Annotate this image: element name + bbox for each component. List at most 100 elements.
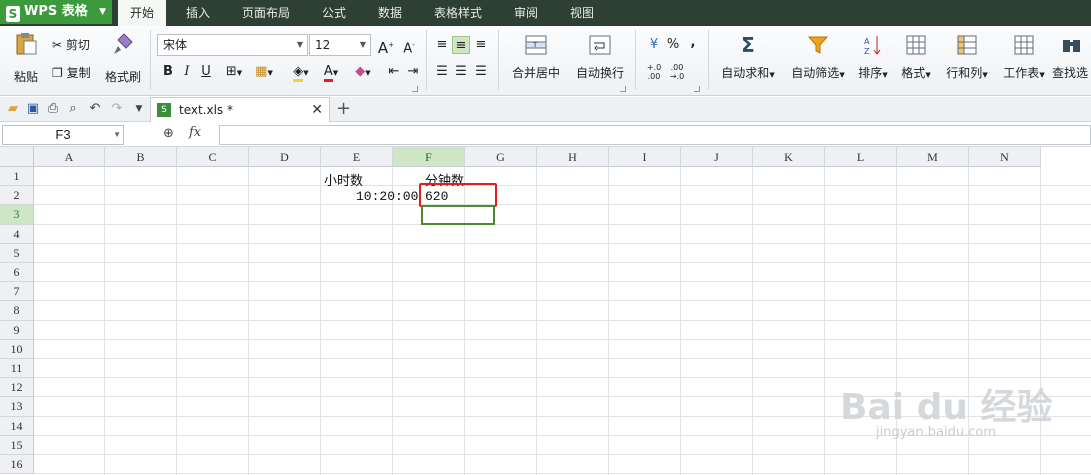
indent-increase-icon[interactable]: ⇥ xyxy=(404,63,422,81)
redo-icon[interactable]: ↷ xyxy=(108,100,126,118)
row-header-8[interactable]: 8 xyxy=(0,301,34,321)
column-header-k[interactable]: K xyxy=(753,147,825,167)
tab-view[interactable]: 视图 xyxy=(562,0,602,26)
align-bottom-icon[interactable]: ≡ xyxy=(472,36,490,54)
row-header-15[interactable]: 15 xyxy=(0,435,34,455)
column-header-g[interactable]: G xyxy=(465,147,537,167)
print-preview-icon[interactable]: ⌕ xyxy=(64,100,82,118)
document-tab[interactable]: S text.xls * ✕ xyxy=(150,97,330,122)
cut-button[interactable]: ✂ 剪切 xyxy=(52,36,102,53)
font-dialog-launcher-icon[interactable] xyxy=(412,86,418,92)
print-icon[interactable]: ⎙ xyxy=(44,100,62,118)
row-header-12[interactable]: 12 xyxy=(0,378,34,398)
open-folder-icon[interactable]: ▰ xyxy=(4,100,22,118)
column-header-i[interactable]: I xyxy=(609,147,681,167)
tab-page-layout[interactable]: 页面布局 xyxy=(236,0,296,26)
name-box[interactable]: F3 ▼ xyxy=(2,125,124,145)
column-header-a[interactable]: A xyxy=(34,147,105,167)
merge-center-button[interactable]: T 合并居中 xyxy=(504,34,568,81)
column-header-f[interactable]: F xyxy=(393,147,465,167)
tab-data[interactable]: 数据 xyxy=(370,0,410,26)
thousands-button[interactable]: , xyxy=(684,34,702,52)
row-header-3[interactable]: 3 xyxy=(0,205,34,225)
row-header-11[interactable]: 11 xyxy=(0,359,34,379)
row-header-1[interactable]: 1 xyxy=(0,167,34,187)
row-header-14[interactable]: 14 xyxy=(0,416,34,436)
tab-table-style[interactable]: 表格样式 xyxy=(426,0,490,26)
column-header-d[interactable]: D xyxy=(249,147,321,167)
decrease-decimal-icon[interactable]: .00 →.0 xyxy=(666,63,688,81)
percent-button[interactable]: % xyxy=(664,36,682,54)
currency-icon[interactable]: ¥ xyxy=(643,36,665,54)
cell-e2[interactable]: 10:20:00 xyxy=(356,189,418,204)
column-header-n[interactable]: N xyxy=(969,147,1041,167)
bold-button[interactable]: B xyxy=(159,63,177,81)
align-right-icon[interactable]: ☰ xyxy=(472,63,490,81)
tab-insert[interactable]: 插入 xyxy=(178,0,218,26)
tab-home[interactable]: 开始 xyxy=(118,0,166,26)
borders-button[interactable]: ⊞▼ xyxy=(221,63,247,81)
undo-icon[interactable]: ↶ xyxy=(86,100,104,118)
select-all-corner[interactable] xyxy=(0,147,34,167)
paste-button[interactable]: 粘贴 xyxy=(6,32,46,85)
italic-button[interactable]: I xyxy=(178,63,196,81)
fill-color-button[interactable]: ◈▼ xyxy=(287,63,315,82)
sort-button[interactable]: AZ 排序▼ xyxy=(854,34,892,81)
cell-style-button[interactable]: ▦▼ xyxy=(251,63,277,81)
zoom-icon[interactable]: ⊕ xyxy=(163,126,174,141)
row-header-7[interactable]: 7 xyxy=(0,282,34,302)
save-icon[interactable]: ▣ xyxy=(24,100,42,118)
increase-decimal-icon[interactable]: +.0.00 xyxy=(643,63,665,81)
align-middle-icon[interactable]: ≡ xyxy=(452,36,470,54)
decrease-font-icon[interactable]: A- xyxy=(400,36,418,56)
worksheet-button[interactable]: 工作表▼ xyxy=(998,34,1050,81)
column-header-c[interactable]: C xyxy=(177,147,249,167)
row-header-2[interactable]: 2 xyxy=(0,186,34,206)
clear-format-button[interactable]: ◆▼ xyxy=(349,63,377,81)
wrap-text-button[interactable]: 自动换行 xyxy=(572,34,628,81)
column-header-h[interactable]: H xyxy=(537,147,609,167)
auto-sum-label: 自动求和 xyxy=(721,66,770,80)
column-header-l[interactable]: L xyxy=(825,147,897,167)
format-button[interactable]: 格式▼ xyxy=(896,34,936,81)
row-header-9[interactable]: 9 xyxy=(0,320,34,340)
row-gridline xyxy=(34,242,1091,244)
new-tab-icon[interactable]: + xyxy=(336,97,351,121)
close-tab-icon[interactable]: ✕ xyxy=(311,98,323,122)
column-header-b[interactable]: B xyxy=(105,147,177,167)
cell-e1[interactable]: 小时数 xyxy=(324,170,363,189)
format-painter-button[interactable]: 格式刷 xyxy=(102,32,144,85)
increase-font-icon[interactable]: A+ xyxy=(377,36,395,57)
row-col-button[interactable]: 行和列▼ xyxy=(942,34,992,81)
row-header-16[interactable]: 16 xyxy=(0,455,34,475)
alignment-dialog-launcher-icon[interactable] xyxy=(620,86,626,92)
tab-formulas[interactable]: 公式 xyxy=(314,0,354,26)
font-name-select[interactable]: 宋体 ▼ xyxy=(157,34,308,56)
font-size-select[interactable]: 12 ▼ xyxy=(309,34,371,56)
auto-filter-button[interactable]: 自动筛选▼ xyxy=(786,34,850,81)
align-left-icon[interactable]: ☰ xyxy=(433,63,451,81)
underline-button[interactable]: U xyxy=(197,63,215,81)
number-dialog-launcher-icon[interactable] xyxy=(694,86,700,92)
row-header-5[interactable]: 5 xyxy=(0,243,34,263)
formula-input[interactable] xyxy=(219,125,1091,145)
font-color-button[interactable]: A▼ xyxy=(318,63,344,82)
function-icon[interactable]: fx xyxy=(189,125,201,140)
find-select-button[interactable]: 查找选 xyxy=(1052,34,1091,81)
customize-toolbar-icon[interactable]: ▼ xyxy=(130,100,148,118)
column-header-j[interactable]: J xyxy=(681,147,753,167)
row-header-13[interactable]: 13 xyxy=(0,397,34,417)
auto-sum-button[interactable]: Σ 自动求和▼ xyxy=(716,34,780,81)
column-header-e[interactable]: E xyxy=(321,147,393,167)
copy-button[interactable]: ❐ 复制 xyxy=(52,64,102,81)
column-header-m[interactable]: M xyxy=(897,147,969,167)
app-menu-button[interactable]: S WPS 表格 ▼ xyxy=(0,0,112,24)
align-top-icon[interactable]: ≡ xyxy=(433,36,451,54)
indent-decrease-icon[interactable]: ⇤ xyxy=(385,63,403,81)
align-center-icon[interactable]: ☰ xyxy=(452,63,470,81)
row-header-4[interactable]: 4 xyxy=(0,224,34,244)
row-header-10[interactable]: 10 xyxy=(0,339,34,359)
tab-review[interactable]: 审阅 xyxy=(506,0,546,26)
active-cell-selection[interactable] xyxy=(421,205,495,225)
row-header-6[interactable]: 6 xyxy=(0,263,34,283)
